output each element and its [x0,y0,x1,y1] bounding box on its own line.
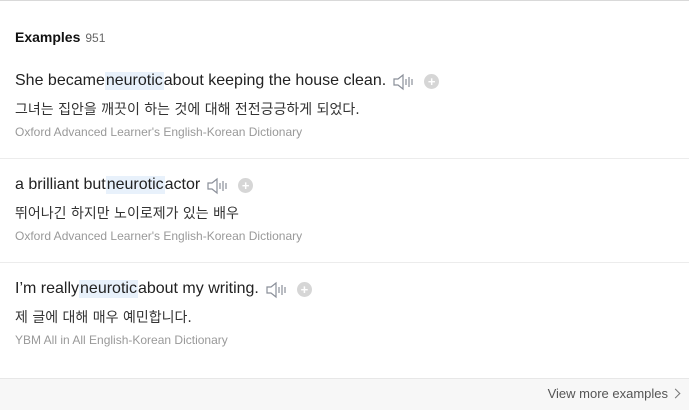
view-more-label: View more examples [547,386,668,401]
add-to-wordbook-button[interactable]: + [238,177,254,193]
sentence-text-after: about my writing. [137,280,259,297]
example-sentence[interactable]: She became neurotic about keeping the ho… [15,72,440,91]
chevron-right-icon [670,388,681,399]
sentence-text-after: actor [164,176,201,193]
sentence-text-after: about keeping the house clean. [163,72,387,89]
plus-icon: + [300,281,309,297]
sentence-text-before: She became [15,72,105,89]
examples-count: 951 [85,31,106,45]
speaker-icon[interactable] [206,177,230,195]
plus-icon: + [427,73,436,89]
examples-section: Examples 951 She became neurotic about k… [0,0,689,410]
highlighted-word: neurotic [105,176,165,194]
example-sentence[interactable]: I’m really neurotic about my writing. + [15,280,312,299]
sentence-text-before: a brilliant but [15,176,106,193]
example-translation: 뛰어나긴 하지만 노이로제가 있는 배우 [15,206,239,222]
add-to-wordbook-button[interactable]: + [424,73,440,89]
examples-title: Examples [15,29,81,45]
sentence-text-before: I’m really [15,280,80,297]
example-source[interactable]: Oxford Advanced Learner's English-Korean… [15,125,302,139]
example-sentence[interactable]: a brilliant but neurotic actor + [15,176,254,195]
example-translation: 그녀는 집안을 깨끗이 하는 것에 대해 전전긍긍하게 되었다. [15,102,360,118]
example-translation: 제 글에 대해 매우 예민합니다. [15,310,192,326]
example-source[interactable]: YBM All in All English-Korean Dictionary [15,333,228,347]
view-more-examples-link[interactable]: View more examples [547,386,681,401]
example-divider [0,158,689,159]
highlighted-word: neurotic [104,72,164,90]
add-to-wordbook-button[interactable]: + [296,281,312,297]
example-source[interactable]: Oxford Advanced Learner's English-Korean… [15,229,302,243]
highlighted-word: neurotic [79,280,138,298]
speaker-icon[interactable] [265,281,289,299]
examples-footer: View more examples [0,378,689,410]
examples-header: Examples 951 [15,29,105,45]
speaker-icon[interactable] [392,73,416,91]
plus-icon: + [241,177,250,193]
example-divider [0,262,689,263]
